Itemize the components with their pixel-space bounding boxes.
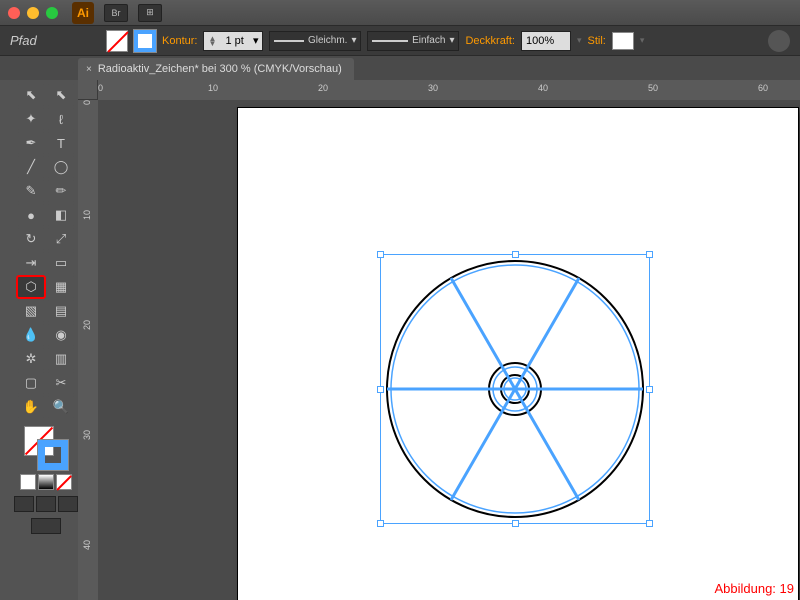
line-tool[interactable]: ╱ [17,156,45,178]
screen-mode-icon[interactable] [31,518,61,534]
ruler-tick: 30 [82,430,92,440]
title-bar: Ai Br ⊞ [0,0,800,26]
selection-type-label: Pfad [10,33,100,48]
canvas-area: 0 10 20 30 40 50 60 0 10 20 30 40 [78,80,800,600]
stroke-swatch[interactable] [134,30,156,52]
document-tab[interactable]: × Radioaktiv_Zeichen* bei 300 % (CMYK/Vo… [78,58,354,80]
ruler-origin[interactable] [78,80,98,100]
zoom-tool[interactable]: 🔍 [47,396,75,418]
blob-brush-tool[interactable]: ● [17,204,45,226]
ruler-tick: 30 [428,83,438,93]
color-mode-icon[interactable] [20,474,36,490]
selection-handle[interactable] [377,251,384,258]
pencil-tool[interactable]: ✏ [47,180,75,202]
mesh-tool[interactable]: ▧ [17,300,45,322]
screen-mode-row [31,518,61,534]
ruler-tick: 60 [758,83,768,93]
free-transform-tool[interactable]: ▭ [47,252,75,274]
opacity-label: Deckkraft: [465,35,515,47]
control-bar: Pfad Kontur: ▲▼ 1 pt ▾ Gleichm.▾ Einfach… [0,26,800,56]
draw-inside-icon[interactable] [58,496,78,512]
ruler-tick: 10 [208,83,218,93]
gradient-mode-icon[interactable] [38,474,54,490]
scale-tool[interactable]: ⤢ [47,228,75,250]
selection-handle[interactable] [646,251,653,258]
ruler-horizontal[interactable]: 0 10 20 30 40 50 60 [98,80,800,100]
stroke-profile-dropdown[interactable]: Gleichm.▾ [269,31,361,51]
selection-handle[interactable] [646,520,653,527]
draw-mode-row [14,496,78,512]
selection-handle[interactable] [646,386,653,393]
selection-handle[interactable] [512,251,519,258]
eraser-tool[interactable]: ◧ [47,204,75,226]
selection-bounds[interactable] [380,254,650,524]
selection-tool[interactable]: ⬉ [17,84,45,106]
ruler-tick: 20 [318,83,328,93]
paintbrush-tool[interactable]: ✎ [17,180,45,202]
ruler-tick: 0 [98,83,103,93]
width-tool[interactable]: ⇥ [17,252,45,274]
pen-tool[interactable]: ✒ [17,132,45,154]
style-swatch[interactable] [612,32,634,50]
shape-builder-tool[interactable]: ⬡ [17,276,45,298]
zoom-window-icon[interactable] [46,7,58,19]
sync-icon[interactable] [768,30,790,52]
artboard-tool[interactable]: ▢ [17,372,45,394]
graph-tool[interactable]: ▥ [47,348,75,370]
toolbox: ⬉ ⬉ ✦ ℓ ✒ T ╱ ◯ ✎ ✏ ● ◧ ↻ ⤢ ⇥ ▭ ⬡ ▦ ▧ ▤ … [14,80,78,600]
perspective-tool[interactable]: ▦ [47,276,75,298]
panel-collapse-strip[interactable] [0,80,14,600]
ruler-vertical[interactable]: 0 10 20 30 40 [78,100,98,600]
brush-dropdown[interactable]: Einfach▾ [367,31,459,51]
ruler-tick: 40 [82,540,92,550]
selection-handle[interactable] [377,386,384,393]
figure-caption: Abbildung: 19 [714,581,794,596]
color-mode-row [20,474,72,490]
draw-normal-icon[interactable] [14,496,34,512]
style-label: Stil: [588,35,606,47]
stroke-weight-value: 1 pt [225,35,243,47]
app-badge: Ai [72,2,94,24]
close-window-icon[interactable] [8,7,20,19]
stroke-box-icon[interactable] [38,440,68,470]
bridge-button[interactable]: Br [104,4,128,22]
eyedropper-tool[interactable]: 💧 [17,324,45,346]
symbol-sprayer-tool[interactable]: ✲ [17,348,45,370]
magic-wand-tool[interactable]: ✦ [17,108,45,130]
none-mode-icon[interactable] [56,474,72,490]
minimize-window-icon[interactable] [27,7,39,19]
arrange-button[interactable]: ⊞ [138,4,162,22]
ellipse-tool[interactable]: ◯ [47,156,75,178]
document-title: Radioaktiv_Zeichen* bei 300 % (CMYK/Vors… [98,63,342,75]
close-tab-icon[interactable]: × [86,64,92,75]
draw-behind-icon[interactable] [36,496,56,512]
artboard-viewport[interactable]: Abbildung: 19 [98,100,800,600]
lasso-tool[interactable]: ℓ [47,108,75,130]
direct-selection-tool[interactable]: ⬉ [47,84,75,106]
selection-handle[interactable] [377,520,384,527]
blend-tool[interactable]: ◉ [47,324,75,346]
opacity-input[interactable]: 100% [521,31,571,51]
stroke-weight-input[interactable]: ▲▼ 1 pt ▾ [203,31,263,51]
gradient-tool[interactable]: ▤ [47,300,75,322]
ruler-tick: 10 [82,210,92,220]
ruler-tick: 40 [538,83,548,93]
rotate-tool[interactable]: ↻ [17,228,45,250]
type-tool[interactable]: T [47,132,75,154]
ruler-tick: 20 [82,320,92,330]
fill-stroke-control[interactable] [24,426,68,470]
document-tabs: × Radioaktiv_Zeichen* bei 300 % (CMYK/Vo… [78,56,800,80]
ruler-tick: 0 [82,100,92,105]
hand-tool[interactable]: ✋ [17,396,45,418]
window-controls [8,7,58,19]
stroke-label: Kontur: [162,35,197,47]
fill-swatch[interactable] [106,30,128,52]
ruler-tick: 50 [648,83,658,93]
selection-handle[interactable] [512,520,519,527]
slice-tool[interactable]: ✂ [47,372,75,394]
